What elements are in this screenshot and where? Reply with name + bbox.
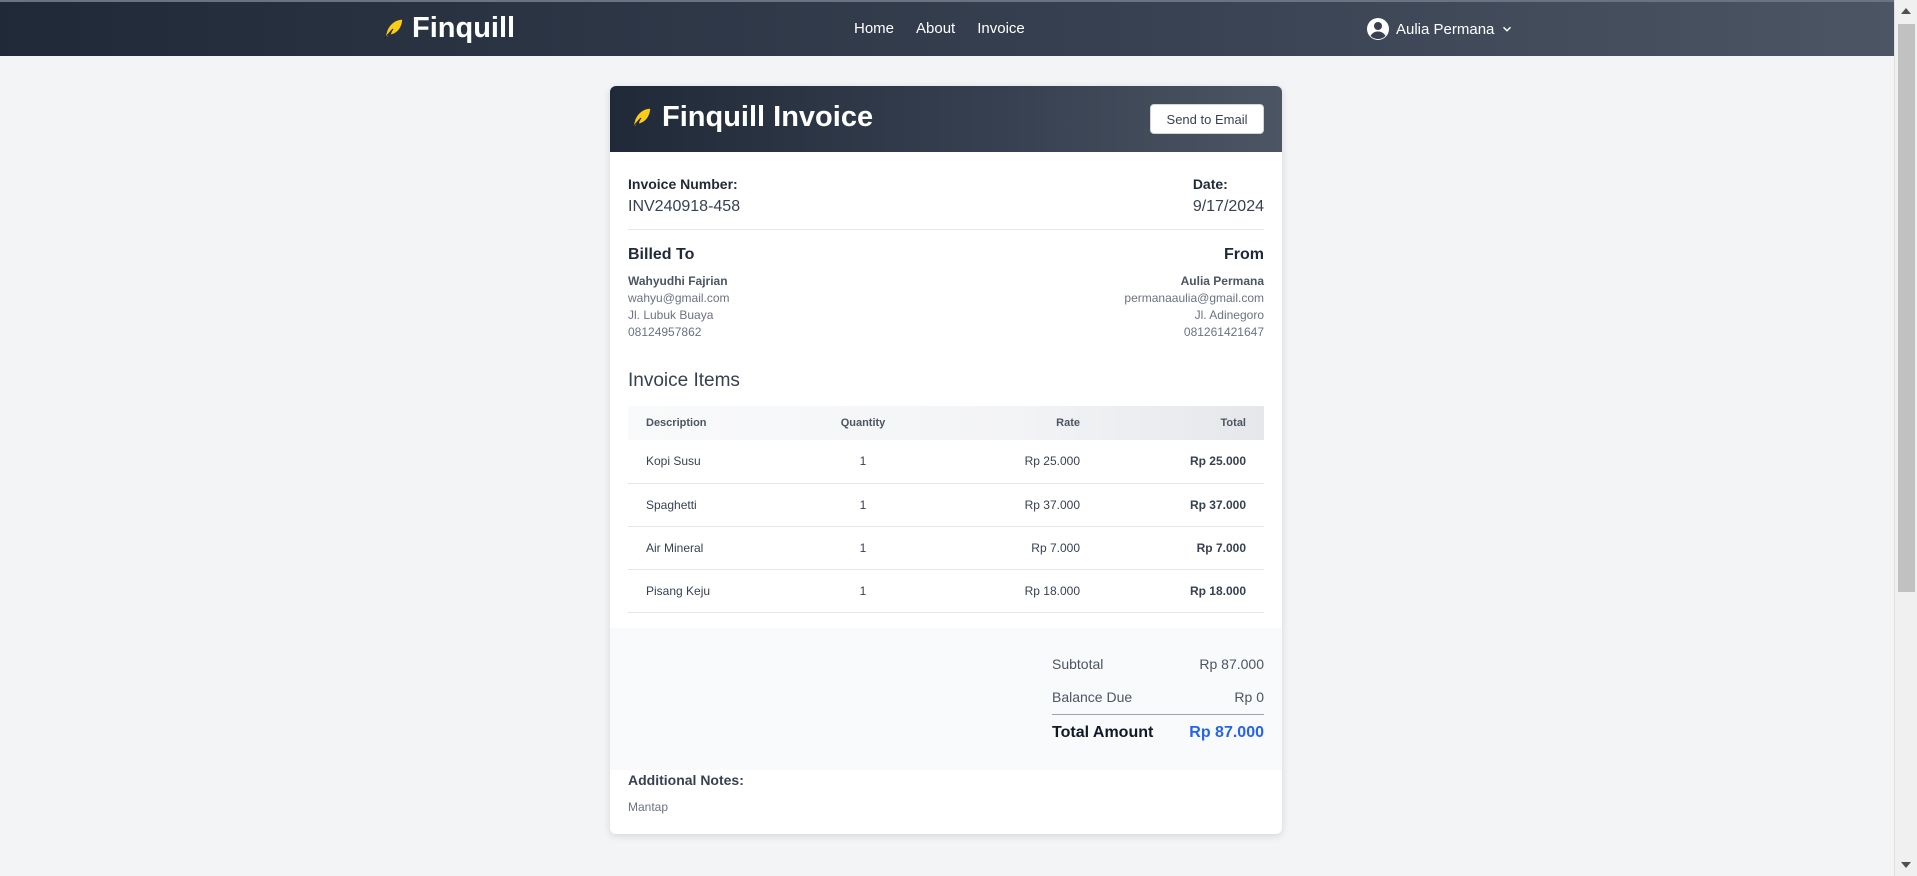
brand-logo[interactable]: Finquill: [380, 12, 515, 45]
scroll-down-icon[interactable]: [1901, 862, 1911, 868]
feather-icon: [383, 19, 403, 39]
invoice-date-block: Date: 9/17/2024: [1193, 176, 1264, 216]
item-description: Air Mineral: [628, 526, 798, 570]
item-description: Pisang Keju: [628, 569, 798, 613]
nav-links: Home About Invoice: [854, 20, 1025, 37]
item-quantity: 1: [798, 483, 928, 527]
feather-icon: [631, 108, 651, 128]
notes-text: Mantap: [628, 800, 669, 814]
nav-link-invoice[interactable]: Invoice: [977, 20, 1025, 37]
total-amount-row: Total Amount Rp 87.000: [1052, 724, 1264, 742]
total-amount-value: Rp 87.000: [1189, 724, 1264, 741]
item-rate: Rp 37.000: [928, 483, 1098, 527]
summary-divider: [1052, 714, 1264, 715]
column-header-description: Description: [646, 417, 707, 429]
invoice-summary: Subtotal Rp 87.000 Balance Due Rp 0 Tota…: [610, 628, 1282, 770]
table-row: Kopi Susu 1 Rp 25.000 Rp 25.000: [628, 440, 1264, 484]
item-total: Rp 7.000: [1098, 526, 1264, 570]
total-amount-label: Total Amount: [1052, 724, 1154, 741]
billed-to-phone: 08124957862: [628, 325, 702, 339]
scroll-thumb[interactable]: [1898, 24, 1915, 592]
user-circle-icon: [1367, 18, 1389, 40]
item-rate: Rp 18.000: [928, 569, 1098, 613]
item-total: Rp 18.000: [1098, 569, 1264, 613]
invoice-date-label: Date:: [1192, 176, 1228, 192]
invoice-items-table: Description Quantity Rate Total Kopi Sus…: [628, 406, 1264, 613]
invoice-number: INV240918-458: [628, 198, 741, 215]
item-quantity: 1: [798, 526, 928, 570]
nav-link-home[interactable]: Home: [854, 20, 894, 37]
invoice-title-text: Finquill Invoice: [662, 101, 874, 133]
billed-to-block: Billed To Wahyudhi Fajrian wahyu@gmail.c…: [628, 246, 730, 342]
item-rate: Rp 25.000: [928, 440, 1098, 484]
subtotal-label: Subtotal: [1052, 656, 1104, 672]
notes-label: Additional Notes:: [628, 772, 744, 788]
from-address: Jl. Adinegoro: [1194, 308, 1264, 322]
subtotal-row: Subtotal Rp 87.000: [1052, 656, 1264, 672]
billed-to-name: Wahyudhi Fajrian: [628, 274, 728, 288]
table-row: Spaghetti 1 Rp 37.000 Rp 37.000: [628, 483, 1264, 527]
chevron-down-icon: [1503, 26, 1512, 32]
invoice-title: Finquill Invoice: [628, 101, 873, 134]
balance-due-label: Balance Due: [1052, 689, 1133, 705]
user-name: Aulia Permana: [1396, 20, 1495, 38]
item-quantity: 1: [798, 569, 928, 613]
send-to-email-button[interactable]: Send to Email: [1150, 104, 1264, 134]
invoice-number-label: Invoice Number:: [628, 176, 738, 192]
item-description: Spaghetti: [628, 483, 798, 527]
from-email: permanaaulia@gmail.com: [1124, 291, 1264, 305]
table-header-row: Description Quantity Rate Total: [628, 406, 1264, 440]
invoice-number-block: Invoice Number: INV240918-458: [628, 176, 740, 216]
item-total: Rp 37.000: [1098, 483, 1264, 527]
table-row: Pisang Keju 1 Rp 18.000 Rp 18.000: [628, 569, 1264, 613]
from-phone: 081261421647: [1183, 325, 1264, 339]
item-quantity: 1: [798, 440, 928, 484]
column-header-rate: Rate: [1056, 417, 1080, 429]
invoice-date: 9/17/2024: [1192, 198, 1264, 215]
from-block: From Aulia Permana permanaaulia@gmail.co…: [1124, 246, 1264, 342]
column-header-total: Total: [1220, 417, 1246, 429]
user-menu[interactable]: Aulia Permana: [1366, 17, 1514, 41]
invoice-parties: Billed To Wahyudhi Fajrian wahyu@gmail.c…: [628, 246, 1264, 356]
billed-to-email: wahyu@gmail.com: [628, 291, 730, 305]
column-header-quantity: Quantity: [840, 417, 886, 429]
from-heading: From: [1224, 246, 1264, 263]
table-row: Air Mineral 1 Rp 7.000 Rp 7.000: [628, 526, 1264, 570]
item-total: Rp 25.000: [1098, 440, 1264, 484]
scroll-up-icon[interactable]: [1901, 8, 1911, 14]
from-name: Aulia Permana: [1180, 274, 1264, 288]
billed-to-heading: Billed To: [628, 246, 695, 263]
invoice-header: Finquill Invoice Send to Email: [610, 86, 1282, 152]
balance-due-value: Rp 0: [1234, 689, 1264, 705]
billed-to-address: Jl. Lubuk Buaya: [628, 308, 714, 322]
top-navbar: Finquill Home About Invoice Aulia Perman…: [0, 0, 1894, 56]
invoice-meta: Invoice Number: INV240918-458 Date: 9/17…: [628, 170, 1264, 230]
item-rate: Rp 7.000: [928, 526, 1098, 570]
brand-name: Finquill: [412, 12, 516, 44]
invoice-card: Finquill Invoice Send to Email Invoice N…: [610, 86, 1282, 834]
nav-link-about[interactable]: About: [916, 20, 955, 37]
subtotal-value: Rp 87.000: [1199, 656, 1264, 672]
page-scrollbar[interactable]: [1894, 0, 1917, 876]
item-description: Kopi Susu: [628, 440, 798, 484]
invoice-items-title: Invoice Items: [628, 370, 740, 391]
additional-notes: Additional Notes: Mantap: [628, 772, 1264, 814]
balance-due-row: Balance Due Rp 0: [1052, 689, 1264, 705]
